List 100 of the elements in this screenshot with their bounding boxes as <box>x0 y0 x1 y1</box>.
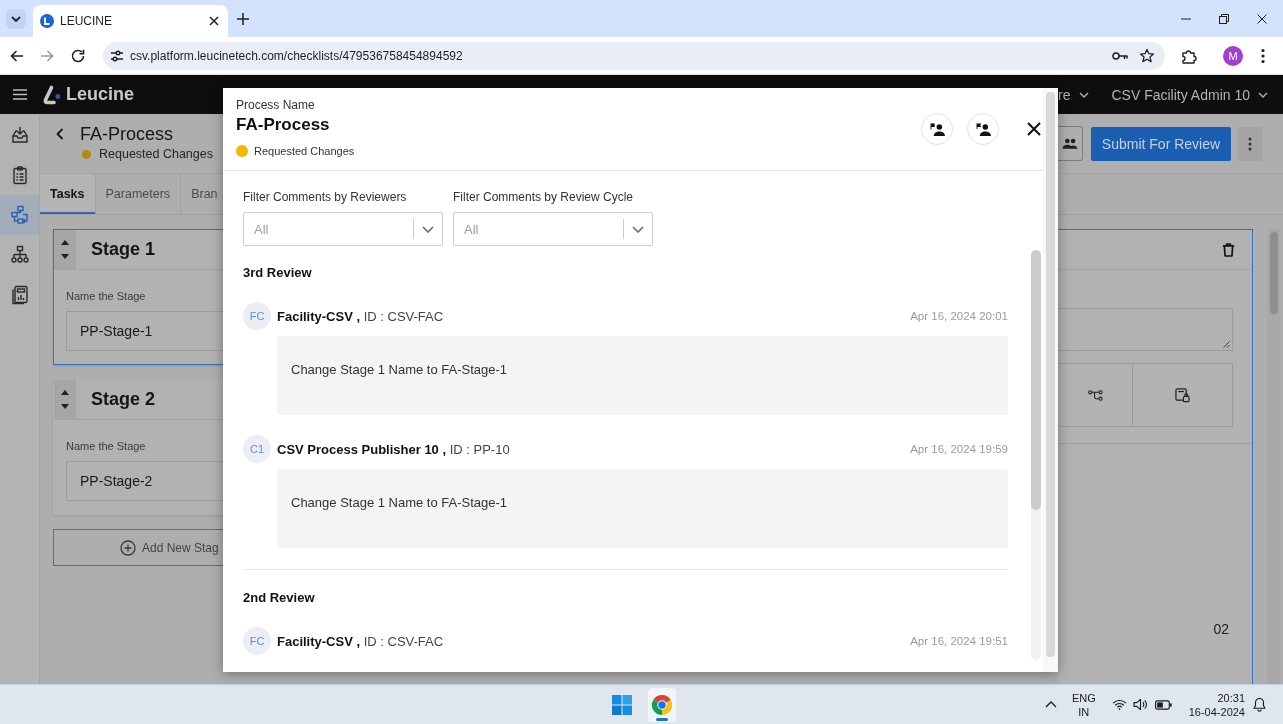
tab[interactable]: Parameters <box>95 174 182 214</box>
user-avatar: C1 <box>243 435 271 463</box>
key-icon[interactable] <box>1112 50 1128 61</box>
chevron-down-icon <box>422 225 434 233</box>
region-text[interactable]: IN <box>1078 704 1090 719</box>
language-text[interactable]: ENG <box>1071 690 1096 705</box>
plus-circle-icon <box>120 539 136 556</box>
bell-icon[interactable] <box>1253 697 1266 712</box>
status-dot-icon <box>236 145 248 157</box>
people-icon <box>1062 138 1078 149</box>
comment-author: CSV Process Publisher 10 , ID : PP-10 <box>277 441 510 457</box>
dialog-eyebrow: Process Name <box>236 98 316 112</box>
caret-up-icon[interactable] <box>61 390 69 395</box>
stage-card[interactable]: Stage 1 Name the Stage PP-Stage-1 <box>53 229 223 365</box>
battery-icon[interactable] <box>1154 699 1172 710</box>
chevron-left-icon[interactable] <box>56 128 64 140</box>
select-input[interactable]: All <box>244 221 413 237</box>
start-icon[interactable] <box>611 694 632 715</box>
minimize-icon[interactable] <box>1181 17 1191 20</box>
field-label: Name the Stage <box>66 440 147 453</box>
star-icon[interactable] <box>1139 47 1155 64</box>
stage-card[interactable]: Stage 2 Name the Stage PP-Stage-2 <box>53 379 223 515</box>
chevron-up-icon[interactable] <box>1044 701 1057 708</box>
inbox-icon <box>9 125 30 145</box>
reload-icon[interactable] <box>70 47 86 64</box>
submit-for-review-button[interactable]: Submit For Review <box>1091 126 1231 161</box>
tab-search-button[interactable] <box>6 8 26 29</box>
flowchart-icon <box>9 205 30 225</box>
restore-icon[interactable] <box>1219 13 1229 24</box>
taskbar-app-button[interactable] <box>647 687 676 722</box>
volume-icon[interactable] <box>1132 698 1148 711</box>
header-menu[interactable]: re <box>1058 86 1089 103</box>
person-flag-icon <box>975 122 991 136</box>
favicon-icon <box>40 14 54 28</box>
chevron-down-icon <box>1078 91 1089 98</box>
filter-label: Filter Comments by Reviewers <box>243 190 408 204</box>
user-avatar: FC <box>243 627 271 655</box>
comment-time: Apr 16, 2024 20:01 <box>910 310 1008 322</box>
chevron-down-icon <box>11 15 21 22</box>
filter-select[interactable]: All <box>243 212 443 246</box>
address-bar[interactable]: csv.platform.leucinetech.com/checklists/479536758454894592 <box>103 41 1165 70</box>
hierarchy-icon <box>9 245 30 265</box>
field-label: Name the Stage <box>66 290 147 303</box>
review-cycle-title: 2nd Review <box>243 590 316 606</box>
scrollbar-thumb[interactable] <box>1031 250 1041 510</box>
scrollbar-thumb[interactable] <box>1269 232 1278 314</box>
status-dot-icon <box>82 149 91 159</box>
close-icon[interactable] <box>209 16 219 26</box>
more-icon <box>1247 136 1252 151</box>
comment-time: Apr 16, 2024 19:51 <box>910 635 1008 647</box>
stage-title: Stage 1 <box>91 239 156 260</box>
close-icon[interactable] <box>1257 13 1267 24</box>
comment-author: Facility-CSV , ID : CSV-FAC <box>277 308 444 324</box>
task-number: 02 <box>1213 621 1229 637</box>
site-info-icon[interactable] <box>110 48 124 63</box>
caret-down-icon[interactable] <box>61 254 69 259</box>
stage-title: Stage 2 <box>91 389 156 410</box>
comment-author: Facility-CSV , ID : CSV-FAC <box>277 633 444 649</box>
person-flag-icon <box>929 122 945 136</box>
resize-handle-icon[interactable] <box>1222 340 1230 348</box>
more-icon[interactable] <box>1261 47 1265 64</box>
tab[interactable]: Bran <box>181 174 218 214</box>
plus-icon[interactable] <box>237 12 249 25</box>
logo-icon <box>42 84 62 105</box>
profile-avatar[interactable]: M <box>1223 45 1243 66</box>
task-name-field[interactable] <box>1058 308 1233 351</box>
comment-body: Change Stage 1 Name to FA-Stage-1 <box>277 336 1008 415</box>
filter-select[interactable]: All <box>453 212 653 246</box>
close-icon[interactable] <box>1027 122 1041 136</box>
trash-icon[interactable] <box>1222 241 1235 258</box>
user-avatar: FC <box>243 302 271 330</box>
select-input[interactable]: All <box>454 221 623 237</box>
branch-icon <box>1087 389 1103 401</box>
clock-time[interactable]: 20:31 <box>1217 690 1245 705</box>
scrollbar-thumb[interactable] <box>1046 92 1055 657</box>
browser-tab[interactable]: LEUCINE <box>33 5 228 37</box>
chevron-down-icon <box>1258 91 1268 98</box>
chevron-down-icon <box>632 225 644 233</box>
status-label: Requested Changes <box>254 145 355 157</box>
caret-up-icon[interactable] <box>61 240 69 245</box>
status-label: Requested Changes <box>99 147 213 161</box>
url-text: csv.platform.leucinetech.com/checklists/479536758454894592 <box>130 48 464 63</box>
page-title: FA-Process <box>80 123 174 145</box>
comment-time: Apr 16, 2024 19:59 <box>910 443 1008 455</box>
tab[interactable]: Tasks <box>40 174 96 214</box>
logo-text: Leucine <box>66 84 135 105</box>
filter-label: Filter Comments by Review Cycle <box>453 190 635 204</box>
locked-document-icon <box>1175 387 1190 403</box>
header-menu[interactable]: CSV Facility Admin 10 <box>1111 86 1268 103</box>
menu-icon[interactable] <box>13 89 27 100</box>
comment-body: Change Stage 1 Name to FA-Stage-1 <box>277 469 1008 548</box>
add-stage-button[interactable]: Add New Stag <box>53 529 223 566</box>
review-cycle-title: 3rd Review <box>243 265 313 281</box>
clock-date[interactable]: 16-04-2024 <box>1188 704 1245 719</box>
calculator-icon <box>9 285 30 305</box>
dialog-title: FA-Process <box>236 114 331 136</box>
wifi-icon[interactable] <box>1111 699 1127 710</box>
puzzle-icon[interactable] <box>1181 47 1197 64</box>
browser-icon <box>650 693 673 716</box>
caret-down-icon[interactable] <box>61 404 69 409</box>
